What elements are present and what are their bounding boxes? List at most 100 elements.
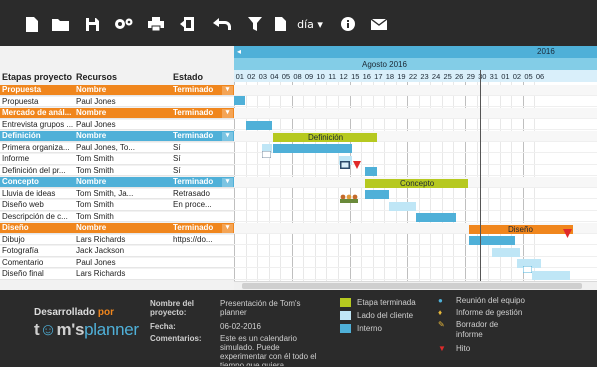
- cell-c1[interactable]: Diseño final: [2, 269, 74, 280]
- horizontal-scrollbar-thumb[interactable]: [242, 283, 582, 289]
- group-row[interactable]: Concepto Nombre Terminado ▾: [0, 177, 234, 188]
- chevron-down-icon[interactable]: ▾: [222, 132, 233, 141]
- cell-c3[interactable]: Terminado: [173, 108, 229, 119]
- cell-c3[interactable]: https://do...: [173, 235, 229, 246]
- export-icon[interactable]: [178, 13, 196, 35]
- group-row[interactable]: Propuesta Nombre Terminado ▾: [0, 85, 234, 96]
- cell-c1[interactable]: Mercado de anál...: [2, 108, 74, 119]
- undo-icon[interactable]: [212, 13, 232, 35]
- task-bar-diseno-final[interactable]: [532, 271, 570, 280]
- cell-c1[interactable]: Lluvia de ideas: [2, 189, 74, 200]
- cell-c1[interactable]: Propuesta: [2, 85, 74, 96]
- cell-c3[interactable]: Terminado: [173, 177, 229, 188]
- task-row[interactable]: Comentario Paul Jones: [0, 257, 234, 269]
- cell-c3[interactable]: Terminado: [173, 223, 229, 234]
- cell-c1[interactable]: Dibujo: [2, 235, 74, 246]
- cell-c2[interactable]: Nombre: [76, 85, 138, 96]
- cell-c2[interactable]: Tom Smith: [76, 154, 138, 165]
- column-header-stages[interactable]: Etapas proyecto: [2, 72, 72, 82]
- cell-c1[interactable]: Informe: [2, 154, 74, 165]
- mail-icon[interactable]: [370, 13, 388, 35]
- task-bar-fotografia[interactable]: [492, 248, 520, 257]
- cell-c1[interactable]: Diseño: [2, 223, 74, 234]
- task-bar-lluvia-ideas[interactable]: [365, 190, 389, 199]
- cell-c1[interactable]: Diseño web: [2, 200, 74, 211]
- task-bar-descripcion[interactable]: [416, 213, 456, 222]
- task-row[interactable]: Dibujo Lars Richards https://do...: [0, 234, 234, 246]
- task-bar-dibujo[interactable]: [469, 236, 515, 245]
- cell-c3[interactable]: Terminado: [173, 85, 229, 96]
- print-icon[interactable]: [147, 13, 165, 35]
- cell-c2[interactable]: Nombre: [76, 108, 138, 119]
- info-icon[interactable]: [340, 13, 356, 35]
- group-row[interactable]: Diseño Nombre Terminado ▾: [0, 223, 234, 234]
- milestone-icon[interactable]: [353, 156, 361, 174]
- new-file-icon[interactable]: [24, 13, 40, 35]
- task-row[interactable]: Lluvia de ideas Tom Smith, Ja... Retrasado: [0, 188, 234, 200]
- cell-c2[interactable]: Tom Smith: [76, 166, 138, 177]
- cell-c1[interactable]: Definición: [2, 131, 74, 142]
- cell-c2[interactable]: Paul Jones, To...: [76, 143, 138, 154]
- cell-c1[interactable]: Propuesta: [2, 97, 74, 108]
- cell-c1[interactable]: Comentario: [2, 258, 74, 269]
- group-row[interactable]: Definición Nombre Terminado ▾: [0, 131, 234, 142]
- column-header-resources[interactable]: Recursos: [76, 72, 117, 82]
- cell-c2[interactable]: Nombre: [76, 177, 138, 188]
- task-bar-definicion-pr[interactable]: [365, 167, 377, 176]
- cell-c1[interactable]: Entrevista grupos ...: [2, 120, 74, 131]
- comment-icon[interactable]: [261, 145, 272, 163]
- cell-c3[interactable]: En proce...: [173, 200, 229, 211]
- filter-icon[interactable]: [247, 13, 263, 35]
- cell-c3[interactable]: Sí: [173, 143, 229, 154]
- chevron-down-icon[interactable]: ▾: [222, 86, 233, 95]
- cell-c1[interactable]: Definición del pr...: [2, 166, 74, 177]
- task-row[interactable]: Propuesta Paul Jones: [0, 96, 234, 108]
- settings-icon[interactable]: [113, 13, 135, 35]
- task-row[interactable]: Definición del pr... Tom Smith Sí: [0, 165, 234, 177]
- task-row[interactable]: Diseño web Tom Smith En proce...: [0, 200, 234, 211]
- horizontal-scrollbar[interactable]: [234, 281, 597, 290]
- task-row[interactable]: Descripción de c... Tom Smith: [0, 211, 234, 223]
- cell-c2[interactable]: Tom Smith, Ja...: [76, 189, 138, 200]
- chevron-down-icon[interactable]: ▾: [222, 109, 233, 118]
- cell-c3[interactable]: Terminado: [173, 131, 229, 142]
- cell-c2[interactable]: Nombre: [76, 223, 138, 234]
- zoom-select[interactable]: día ▾: [292, 13, 328, 35]
- task-row[interactable]: Fotografía Jack Jackson: [0, 246, 234, 257]
- column-header-status[interactable]: Estado: [173, 72, 203, 82]
- save-icon[interactable]: [84, 13, 100, 35]
- task-row[interactable]: Diseño final Lars Richards: [0, 269, 234, 280]
- cell-c1[interactable]: Concepto: [2, 177, 74, 188]
- draft-icon[interactable]: [563, 225, 572, 243]
- cell-c2[interactable]: Paul Jones: [76, 120, 138, 131]
- page-icon[interactable]: [273, 13, 287, 35]
- cell-c2[interactable]: Lars Richards: [76, 235, 138, 246]
- meeting-icon[interactable]: [340, 190, 358, 208]
- chevron-down-icon[interactable]: ▾: [222, 224, 233, 233]
- cell-c1[interactable]: Primera organiza...: [2, 143, 74, 154]
- cell-c2[interactable]: Paul Jones: [76, 258, 138, 269]
- task-row[interactable]: Primera organiza... Paul Jones, To... Sí: [0, 142, 234, 154]
- scroll-left-icon[interactable]: ◂: [237, 47, 241, 56]
- cell-c3[interactable]: Retrasado: [173, 189, 229, 200]
- chevron-down-icon[interactable]: ▾: [222, 178, 233, 187]
- open-folder-icon[interactable]: [50, 13, 70, 35]
- cell-c2[interactable]: Nombre: [76, 131, 138, 142]
- cell-c2[interactable]: Jack Jackson: [76, 246, 138, 257]
- task-row[interactable]: Informe Tom Smith Sí: [0, 154, 234, 165]
- cell-c3[interactable]: Sí: [173, 154, 229, 165]
- cell-c2[interactable]: Tom Smith: [76, 200, 138, 211]
- cell-c1[interactable]: Descripción de c...: [2, 212, 74, 223]
- chat-icon[interactable]: [522, 260, 533, 278]
- toms-planner-logo[interactable]: t☺m'splanner: [34, 320, 139, 340]
- cell-c2[interactable]: Tom Smith: [76, 212, 138, 223]
- cell-c1[interactable]: Fotografía: [2, 246, 74, 257]
- report-icon[interactable]: [340, 156, 350, 174]
- cell-c2[interactable]: Lars Richards: [76, 269, 138, 280]
- cell-c2[interactable]: Paul Jones: [76, 97, 138, 108]
- task-bar-diseno-web[interactable]: [389, 202, 416, 211]
- task-row[interactable]: Entrevista grupos ... Paul Jones: [0, 119, 234, 131]
- task-bar-entrevista[interactable]: [246, 121, 272, 130]
- task-bar-primera-organizacion[interactable]: [273, 144, 352, 153]
- cell-c3[interactable]: Sí: [173, 166, 229, 177]
